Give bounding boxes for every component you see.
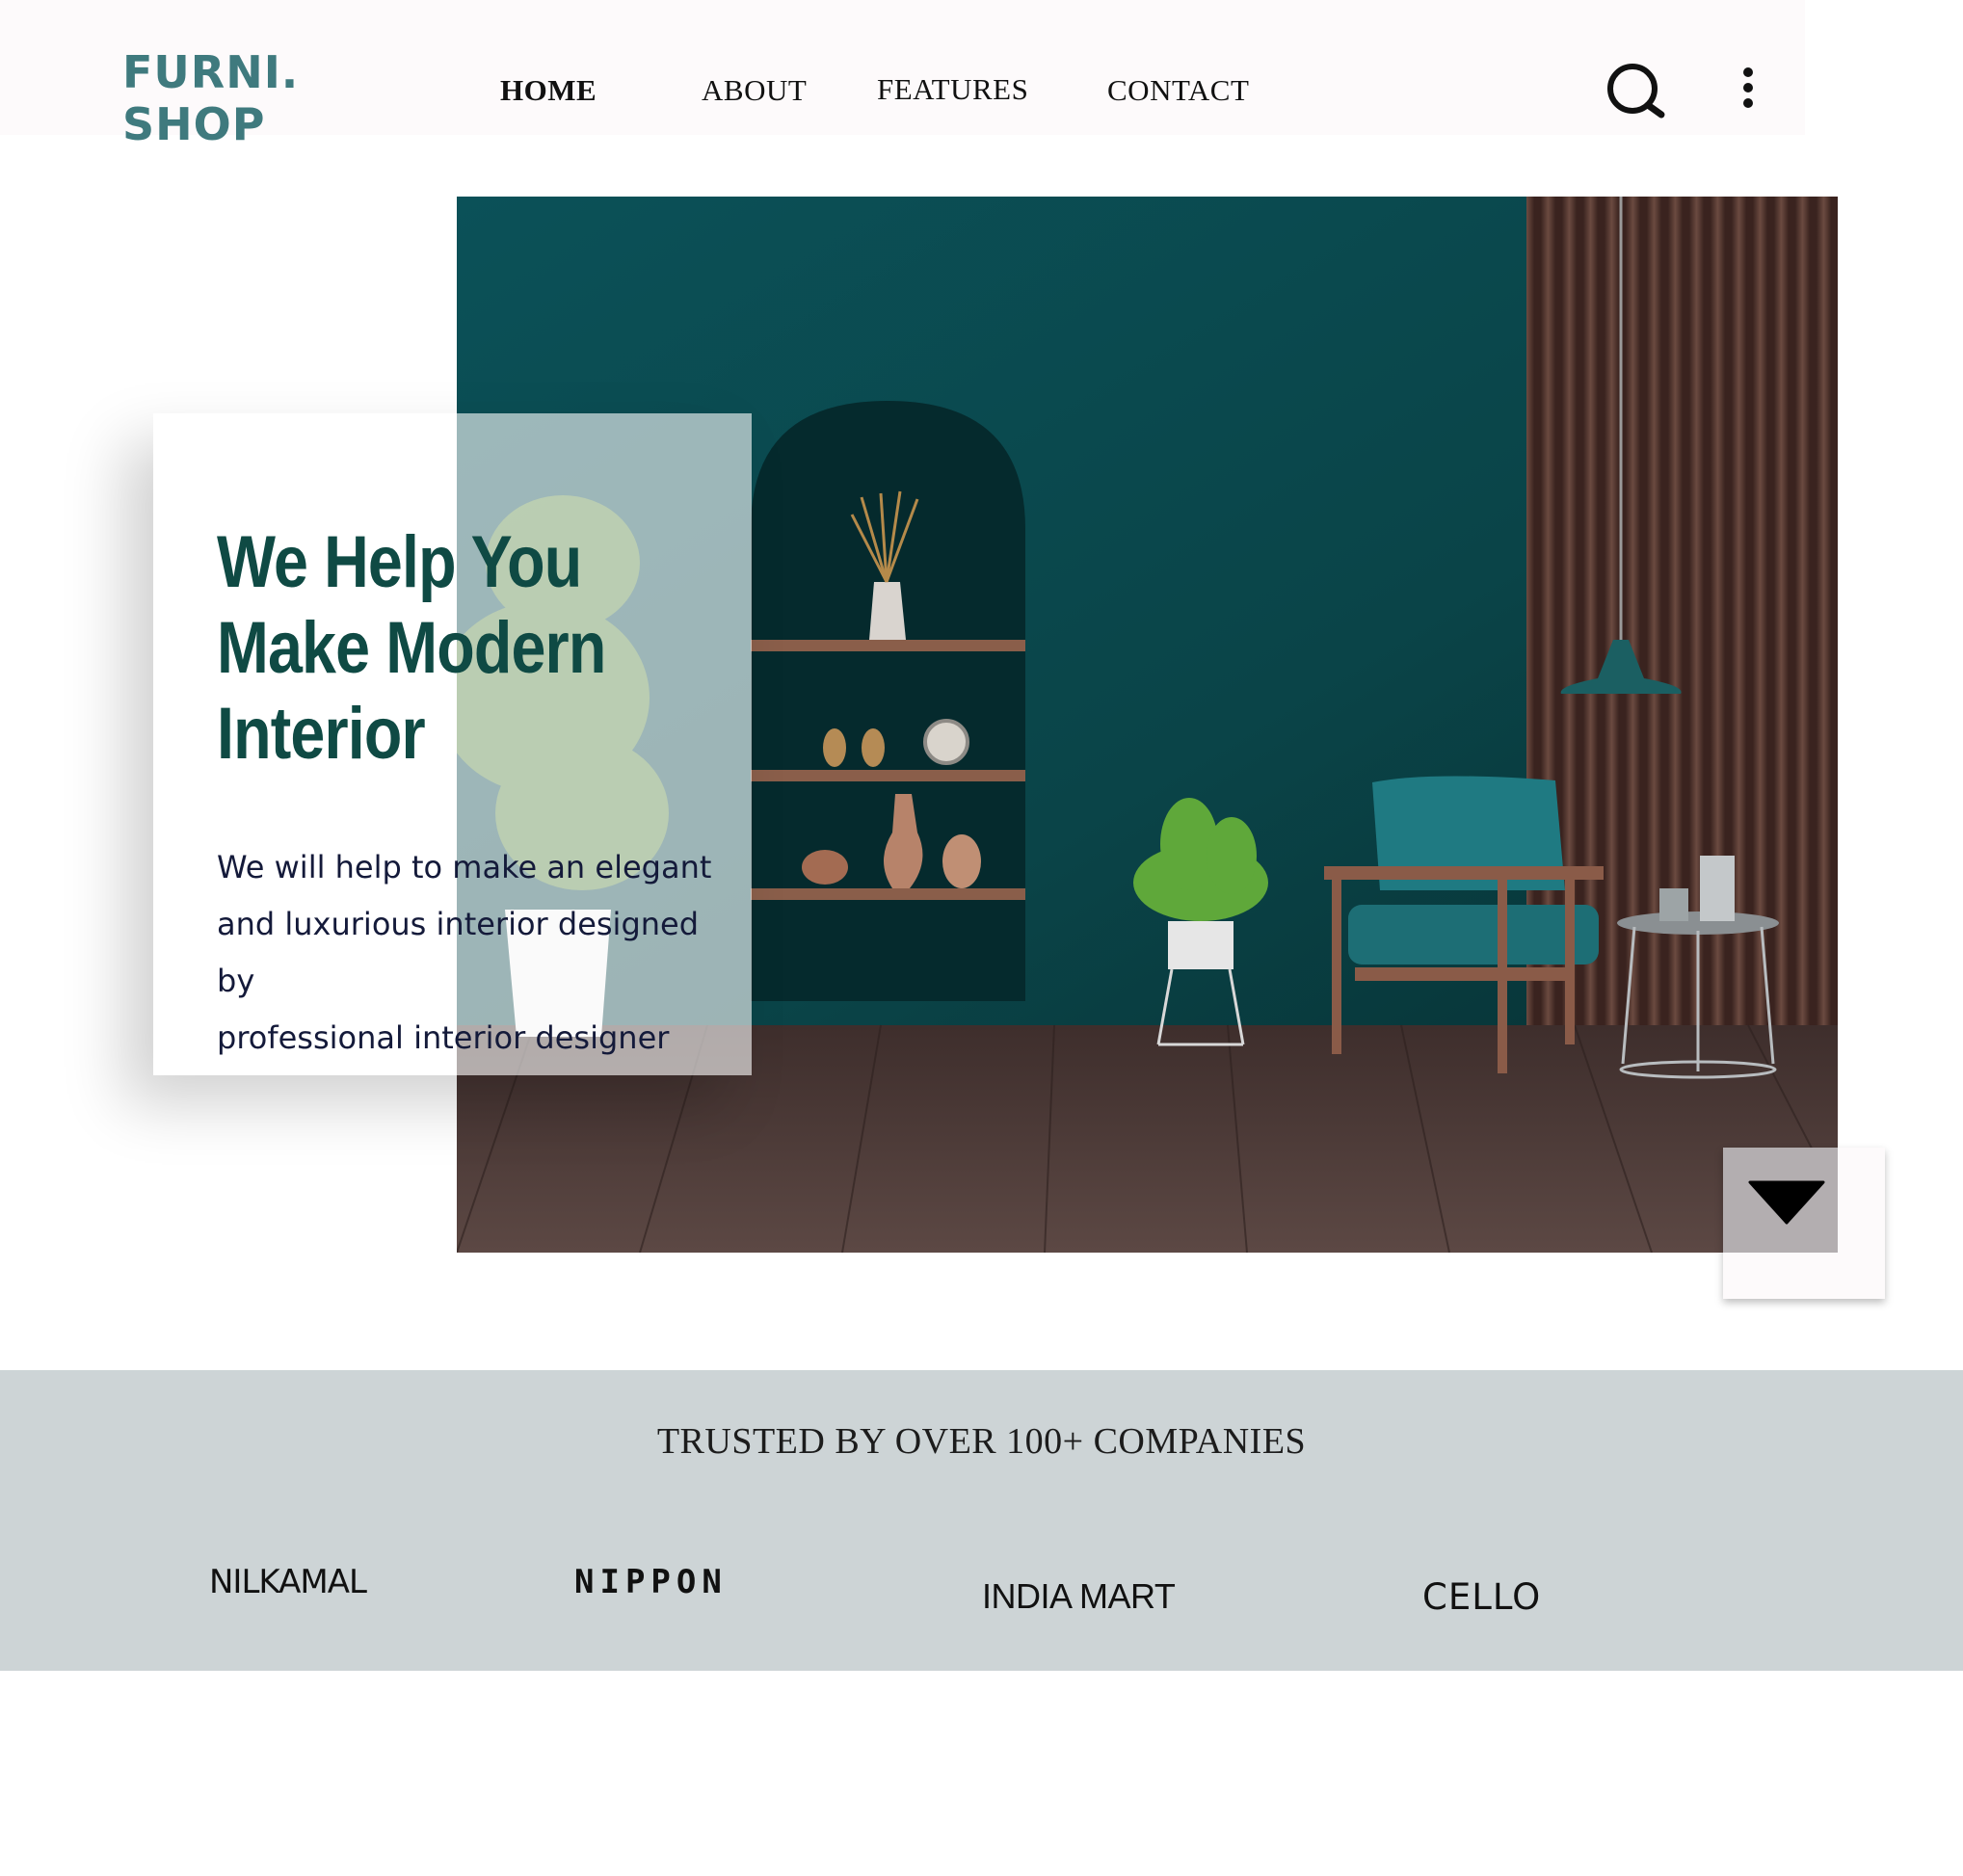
nav-features[interactable]: FEATURES xyxy=(877,72,1028,107)
more-vertical-icon xyxy=(1743,67,1753,108)
hero-title-line-2: Make Modern xyxy=(217,607,606,689)
nav-home[interactable]: HOME xyxy=(500,73,597,108)
brand-cello: CELLO xyxy=(1422,1576,1542,1618)
hero-title-line-1: We Help You xyxy=(217,521,582,603)
brand-nilkamal: NILKAMAL xyxy=(209,1563,367,1601)
logo[interactable]: FURNI. SHOP xyxy=(122,46,299,150)
hero-text-line-3: professional interior designer xyxy=(217,1019,670,1056)
trusted-title: TRUSTED BY OVER 100+ COMPANIES xyxy=(656,1421,1307,1462)
caret-down-icon xyxy=(1748,1180,1825,1225)
hero-title: We Help You Make Modern Interior xyxy=(217,519,643,777)
nav-about[interactable]: ABOUT xyxy=(702,73,807,108)
nav-contact[interactable]: CONTACT xyxy=(1107,73,1249,108)
hero-text-line-1: We will help to make an elegant xyxy=(217,849,712,885)
hero-card: We Help You Make Modern Interior We will… xyxy=(153,413,752,1075)
hero-description: We will help to make an elegant and luxu… xyxy=(217,839,737,1067)
search-icon xyxy=(1607,64,1665,119)
search-button[interactable] xyxy=(1605,62,1667,123)
trusted-section: TRUSTED BY OVER 100+ COMPANIES NILKAMAL … xyxy=(0,1370,1963,1671)
hero-title-line-3: Interior xyxy=(217,693,426,775)
logo-line-1: FURNI. xyxy=(122,46,300,98)
brand-india-mart: INDIA MART xyxy=(982,1576,1176,1616)
brand-nippon: NIPPON xyxy=(574,1563,728,1601)
hero-text-line-2: and luxurious interior designed by xyxy=(217,906,700,999)
scroll-down-button[interactable] xyxy=(1723,1148,1885,1299)
more-menu-button[interactable] xyxy=(1737,64,1760,112)
logo-line-2: SHOP xyxy=(122,98,266,150)
